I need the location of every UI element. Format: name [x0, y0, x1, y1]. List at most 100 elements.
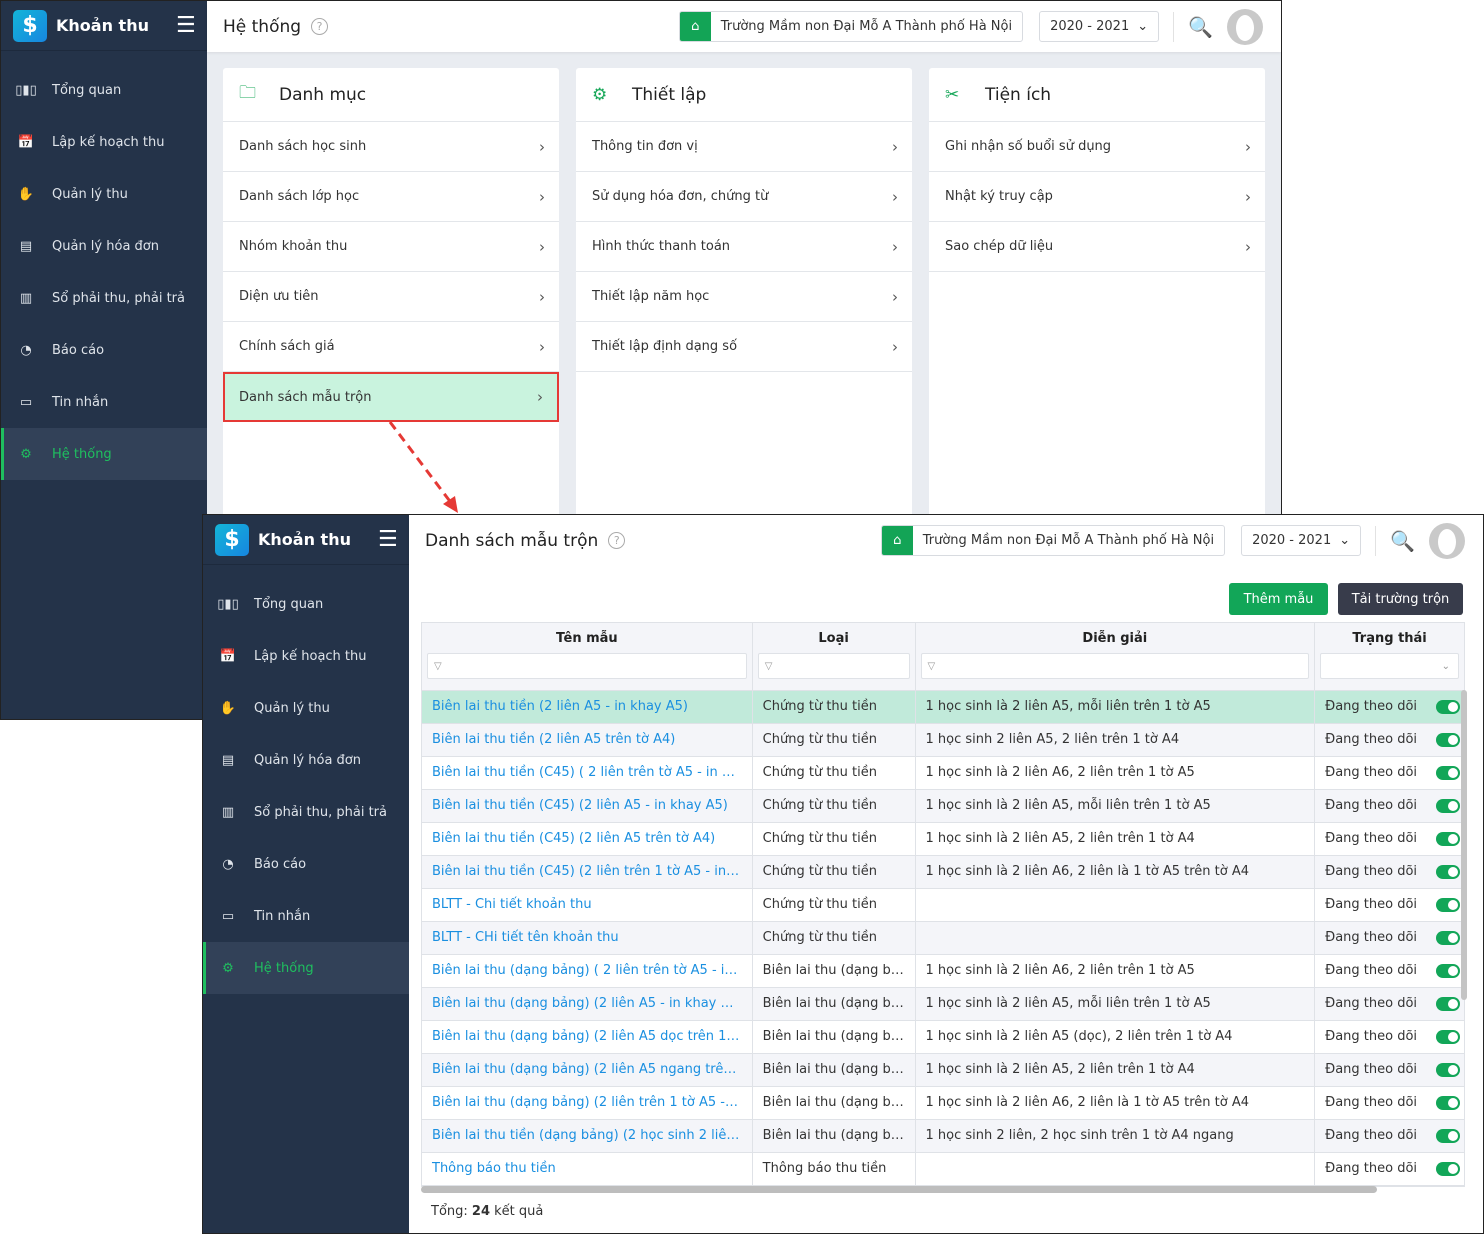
- school-selector[interactable]: ⌂ Trường Mầm non Đại Mỗ A Thành phố Hà Nộ…: [880, 525, 1226, 556]
- sidebar-item-2[interactable]: ✋ Quản lý thu: [203, 682, 409, 734]
- table-cell[interactable]: Biên lai thu tiền (2 liên A5 trên tờ A4): [422, 724, 753, 756]
- card-item[interactable]: Sao chép dữ liệu ›: [929, 222, 1265, 272]
- sidebar-item-label: Lập kế hoạch thu: [254, 648, 367, 664]
- table-cell[interactable]: Thông báo thu tiền: [422, 1153, 753, 1185]
- card-item[interactable]: Thiết lập định dạng số ›: [576, 322, 912, 372]
- table-row[interactable]: Biên lai thu (dạng bảng) (2 liên A5 - in…: [422, 988, 1464, 1021]
- card-item-label: Thông tin đơn vị: [592, 139, 698, 154]
- table-cell[interactable]: Biên lai thu tiền (C45) (2 liên trên 1 t…: [422, 856, 753, 888]
- table-row[interactable]: Biên lai thu tiền (2 liên A5 - in khay A…: [422, 691, 1464, 724]
- table-cell[interactable]: Biên lai thu tiền (C45) (2 liên A5 trên …: [422, 823, 753, 855]
- sidebar-item-4[interactable]: ▥ Sổ phải thu, phải trả: [203, 786, 409, 838]
- status-toggle[interactable]: [1436, 766, 1460, 780]
- sidebar-item-1[interactable]: 📅 Lập kế hoạch thu: [203, 630, 409, 682]
- search-analytics-icon[interactable]: 🔍: [1188, 15, 1213, 39]
- card-item[interactable]: Sử dụng hóa đơn, chứng từ ›: [576, 172, 912, 222]
- table-cell[interactable]: Biên lai thu tiền (2 liên A5 - in khay A…: [422, 691, 753, 723]
- table-cell: Đang theo dõi: [1315, 1087, 1464, 1119]
- status-text: Đang theo dõi: [1325, 765, 1418, 780]
- column-filter-input[interactable]: ▽: [757, 653, 910, 679]
- status-toggle[interactable]: [1436, 700, 1460, 714]
- table-row[interactable]: Biên lai thu (dạng bảng) (2 liên A5 ngan…: [422, 1054, 1464, 1087]
- table-body: Biên lai thu tiền (2 liên A5 - in khay A…: [422, 691, 1464, 1186]
- table-cell[interactable]: BLTT - Chi tiết khoản thu: [422, 889, 753, 921]
- table-cell[interactable]: Biên lai thu tiền (dạng bảng) (2 học sin…: [422, 1120, 753, 1152]
- year-select[interactable]: 2020 - 2021 ⌄: [1241, 525, 1362, 556]
- column-filter-input[interactable]: ▽: [920, 653, 1310, 679]
- status-toggle[interactable]: [1436, 1096, 1460, 1110]
- status-toggle[interactable]: [1436, 898, 1460, 912]
- table-cell[interactable]: Biên lai thu (dạng bảng) ( 2 liên trên t…: [422, 955, 753, 987]
- menu-toggle-icon[interactable]: ☰: [378, 528, 398, 551]
- table-cell[interactable]: BLTT - CHi tiết tên khoản thu: [422, 922, 753, 954]
- table-row[interactable]: Thông báo thu tiền Thông báo thu tiền Đang…: [422, 1153, 1464, 1186]
- table-row[interactable]: Biên lai thu tiền (dạng bảng) (2 học sin…: [422, 1120, 1464, 1153]
- page-title: Danh sách mẫu trộn: [425, 530, 599, 551]
- column-filter-input[interactable]: ▽: [427, 653, 747, 679]
- status-toggle[interactable]: [1436, 931, 1460, 945]
- table-cell[interactable]: Biên lai thu (dạng bảng) (2 liên A5 ngan…: [422, 1054, 753, 1086]
- table-row[interactable]: BLTT - CHi tiết tên khoản thu Chứng từ th…: [422, 922, 1464, 955]
- horizontal-scrollbar[interactable]: [421, 1186, 1377, 1193]
- app-name: Khoản thu: [258, 530, 351, 549]
- avatar[interactable]: [1429, 522, 1465, 559]
- table-cell[interactable]: Biên lai thu tiền (C45) (2 liên A5 - in …: [422, 790, 753, 822]
- red-arrow: [388, 421, 458, 513]
- table-row[interactable]: BLTT - Chi tiết khoản thu Chứng từ thu ti…: [422, 889, 1464, 922]
- table-row[interactable]: Biên lai thu tiền (C45) (2 liên A5 - in …: [422, 790, 1464, 823]
- sidebar-item-0[interactable]: ▯▮▯ Tổng quan: [203, 578, 409, 630]
- status-toggle[interactable]: [1436, 1063, 1460, 1077]
- status-toggle[interactable]: [1436, 799, 1460, 813]
- status-text: Đang theo dõi: [1325, 831, 1418, 846]
- table-row[interactable]: Biên lai thu (dạng bảng) (2 liên trên 1 …: [422, 1087, 1464, 1120]
- help-icon[interactable]: ?: [608, 532, 626, 549]
- card-item[interactable]: Hình thức thanh toán ›: [576, 222, 912, 272]
- status-toggle[interactable]: [1436, 865, 1460, 879]
- download-merge-fields-button[interactable]: Tải trường trộn: [1338, 583, 1463, 615]
- table-cell[interactable]: Biên lai thu tiền (C45) ( 2 liên trên tờ…: [422, 757, 753, 789]
- add-template-button[interactable]: Thêm mẫu: [1229, 583, 1328, 615]
- table-cell[interactable]: Biên lai thu (dạng bảng) (2 liên trên 1 …: [422, 1087, 753, 1119]
- status-toggle[interactable]: [1436, 1030, 1460, 1044]
- status-toggle[interactable]: [1436, 1162, 1460, 1176]
- search-analytics-icon[interactable]: 🔍: [1390, 529, 1415, 553]
- table-cell: Đang theo dõi: [1315, 790, 1464, 822]
- table-cell: Biên lai thu (dạng bả...: [753, 1021, 916, 1053]
- table-cell: 1 học sinh là 2 liên A5, mỗi liên trên 1…: [916, 790, 1316, 822]
- card-item[interactable]: Nhật ký truy cập ›: [929, 172, 1265, 222]
- column-header: Trạng thái ⌄: [1315, 623, 1464, 690]
- table-row[interactable]: Biên lai thu (dạng bảng) (2 liên A5 dọc …: [422, 1021, 1464, 1054]
- card-item[interactable]: Thiết lập năm học ›: [576, 272, 912, 322]
- status-toggle[interactable]: [1436, 832, 1460, 846]
- table-row[interactable]: Biên lai thu tiền (C45) ( 2 liên trên tờ…: [422, 757, 1464, 790]
- school-selector[interactable]: ⌂ Trường Mầm non Đại Mỗ A Thành phố Hà Nộ…: [678, 11, 1024, 42]
- sidebar-item-5[interactable]: ◔ Báo cáo: [203, 838, 409, 890]
- table-row[interactable]: Biên lai thu (dạng bảng) ( 2 liên trên t…: [422, 955, 1464, 988]
- status-toggle[interactable]: [1436, 997, 1460, 1011]
- status-toggle[interactable]: [1436, 964, 1460, 978]
- table-row[interactable]: Biên lai thu tiền (2 liên A5 trên tờ A4)…: [422, 724, 1464, 757]
- table-cell: Đang theo dõi: [1315, 1021, 1464, 1053]
- sidebar-item-7[interactable]: ⚙ Hệ thống: [203, 942, 409, 994]
- gear-icon: ⚙: [222, 960, 234, 976]
- result-count: Tổng: 24 kết quả: [431, 1204, 543, 1219]
- status-toggle[interactable]: [1436, 733, 1460, 747]
- card-item[interactable]: Thông tin đơn vị ›: [576, 122, 912, 172]
- status-toggle[interactable]: [1436, 1129, 1460, 1143]
- card-item-label: Thiết lập năm học: [592, 289, 710, 304]
- table-cell[interactable]: Biên lai thu (dạng bảng) (2 liên A5 dọc …: [422, 1021, 753, 1053]
- sidebar-item-6[interactable]: ▭ Tin nhắn: [203, 890, 409, 942]
- column-title: Diễn giải: [1082, 631, 1148, 646]
- card-header: ⚙ Thiết lập: [576, 68, 912, 122]
- avatar[interactable]: [1227, 8, 1263, 45]
- card-item[interactable]: Ghi nhận số buổi sử dụng ›: [929, 122, 1265, 172]
- ledger-icon: ▥: [221, 804, 235, 820]
- sidebar-item-3[interactable]: ▤ Quản lý hóa đơn: [203, 734, 409, 786]
- table-row[interactable]: Biên lai thu tiền (C45) (2 liên trên 1 t…: [422, 856, 1464, 889]
- table-cell: Đang theo dõi: [1315, 922, 1464, 954]
- status-filter-select[interactable]: ⌄: [1320, 653, 1459, 679]
- table-cell[interactable]: Biên lai thu (dạng bảng) (2 liên A5 - in…: [422, 988, 753, 1020]
- table-row[interactable]: Biên lai thu tiền (C45) (2 liên A5 trên …: [422, 823, 1464, 856]
- year-select[interactable]: 2020 - 2021 ⌄: [1039, 11, 1160, 42]
- vertical-scrollbar[interactable]: [1461, 690, 1467, 1000]
